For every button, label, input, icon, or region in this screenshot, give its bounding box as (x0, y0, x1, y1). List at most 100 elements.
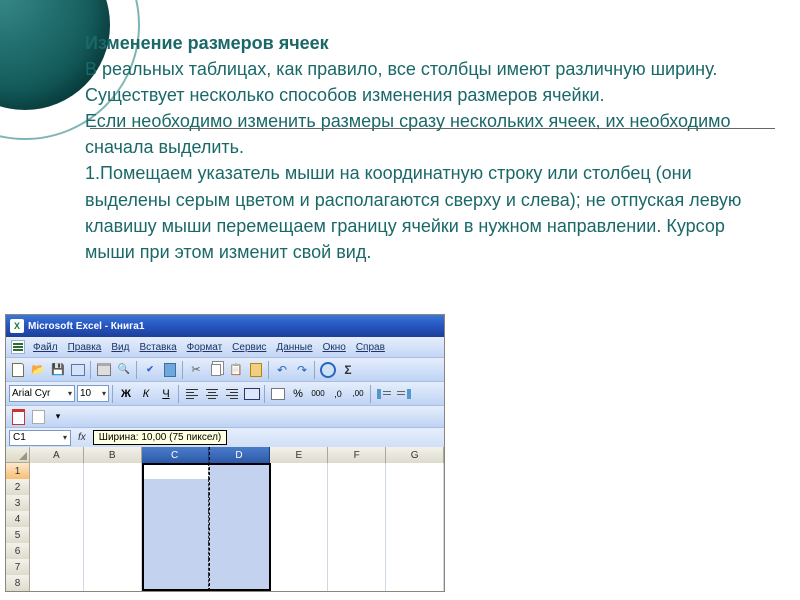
cell[interactable] (270, 527, 328, 543)
cell[interactable] (84, 527, 142, 543)
font-size-select[interactable]: 10▾ (77, 385, 109, 402)
cell[interactable] (30, 575, 84, 591)
cell[interactable] (386, 479, 444, 495)
row-header[interactable]: 8 (6, 575, 30, 591)
comma-style-icon[interactable] (309, 385, 327, 403)
cell[interactable] (142, 527, 209, 543)
menu-tools[interactable]: Сервис (227, 342, 271, 353)
cell[interactable] (209, 559, 271, 575)
cell[interactable] (84, 463, 142, 479)
select-all-corner[interactable] (6, 447, 30, 463)
permission-icon[interactable] (69, 361, 87, 379)
cell[interactable] (209, 543, 271, 559)
cell[interactable] (84, 559, 142, 575)
decrease-decimal-icon[interactable] (329, 385, 347, 403)
cell[interactable] (386, 575, 444, 591)
cell[interactable] (30, 511, 84, 527)
cell[interactable] (270, 479, 328, 495)
cell[interactable] (209, 575, 271, 591)
currency-icon[interactable] (269, 385, 287, 403)
row-header[interactable]: 2 (6, 479, 30, 495)
percent-icon[interactable] (289, 385, 307, 403)
cell[interactable] (30, 463, 84, 479)
col-header-e[interactable]: E (270, 447, 328, 463)
cell[interactable] (84, 575, 142, 591)
cell[interactable] (270, 559, 328, 575)
col-header-c[interactable]: C (142, 447, 209, 463)
cell[interactable] (142, 495, 209, 511)
row-header[interactable]: 4 (6, 511, 30, 527)
cell[interactable] (270, 463, 328, 479)
cell[interactable] (270, 575, 328, 591)
cut-icon[interactable] (187, 361, 205, 379)
cell[interactable] (386, 559, 444, 575)
research-icon[interactable] (161, 361, 179, 379)
cell[interactable] (30, 527, 84, 543)
align-right-icon[interactable] (223, 385, 241, 403)
format-painter-icon[interactable] (247, 361, 265, 379)
align-center-icon[interactable] (203, 385, 221, 403)
font-name-select[interactable]: Arial Cyr▾ (9, 385, 75, 402)
pdf-settings-icon[interactable] (29, 408, 47, 426)
cell[interactable] (30, 495, 84, 511)
cell[interactable] (84, 511, 142, 527)
cell[interactable] (386, 543, 444, 559)
row-header[interactable]: 7 (6, 559, 30, 575)
cell[interactable] (328, 479, 386, 495)
cell[interactable] (142, 463, 209, 479)
cell[interactable] (30, 479, 84, 495)
undo-icon[interactable] (273, 361, 291, 379)
align-left-icon[interactable] (183, 385, 201, 403)
cell[interactable] (84, 479, 142, 495)
cell[interactable] (142, 575, 209, 591)
cell[interactable] (386, 495, 444, 511)
print-icon[interactable] (95, 361, 113, 379)
cell[interactable] (142, 559, 209, 575)
new-icon[interactable] (9, 361, 27, 379)
cell[interactable] (386, 527, 444, 543)
toolbar-options-icon[interactable]: ▾ (49, 408, 67, 426)
cell[interactable] (386, 511, 444, 527)
open-icon[interactable] (29, 361, 47, 379)
name-box[interactable]: C1▾ (9, 430, 71, 446)
cell[interactable] (84, 543, 142, 559)
paste-icon[interactable] (227, 361, 245, 379)
pdf-export-icon[interactable] (9, 408, 27, 426)
menu-edit[interactable]: Правка (63, 342, 107, 353)
cell[interactable] (270, 495, 328, 511)
cell[interactable] (142, 511, 209, 527)
row-header[interactable]: 6 (6, 543, 30, 559)
cell[interactable] (209, 511, 271, 527)
col-header-g[interactable]: G (386, 447, 444, 463)
cell[interactable] (328, 463, 386, 479)
row-header[interactable]: 3 (6, 495, 30, 511)
cell[interactable] (30, 559, 84, 575)
underline-icon[interactable] (157, 385, 175, 403)
menu-insert[interactable]: Вставка (134, 342, 181, 353)
col-header-a[interactable]: A (30, 447, 84, 463)
cell[interactable] (270, 543, 328, 559)
cell[interactable] (386, 463, 444, 479)
decrease-indent-icon[interactable] (375, 385, 393, 403)
cell[interactable] (209, 527, 271, 543)
increase-decimal-icon[interactable] (349, 385, 367, 403)
worksheet-menu-icon[interactable] (11, 340, 25, 354)
cell[interactable] (30, 543, 84, 559)
row-header[interactable]: 1 (6, 463, 30, 479)
menu-view[interactable]: Вид (106, 342, 134, 353)
autosum-icon[interactable] (339, 361, 357, 379)
cell[interactable] (328, 495, 386, 511)
merge-cells-icon[interactable] (243, 385, 261, 403)
col-header-f[interactable]: F (328, 447, 386, 463)
print-preview-icon[interactable] (115, 361, 133, 379)
menu-window[interactable]: Окно (318, 342, 351, 353)
cell[interactable] (209, 495, 271, 511)
spellcheck-icon[interactable] (141, 361, 159, 379)
fx-icon[interactable]: fx (74, 432, 90, 443)
cell[interactable] (328, 575, 386, 591)
bold-icon[interactable] (117, 385, 135, 403)
save-icon[interactable] (49, 361, 67, 379)
menu-file[interactable]: Файл (28, 342, 63, 353)
redo-icon[interactable] (293, 361, 311, 379)
cell[interactable] (328, 511, 386, 527)
